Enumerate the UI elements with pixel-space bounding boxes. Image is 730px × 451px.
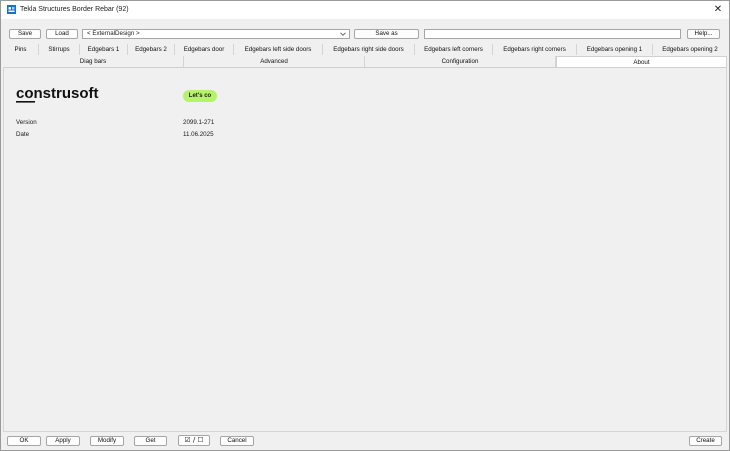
tab-edgebars-left-corners[interactable]: Edgebars left corners — [415, 44, 493, 55]
title-bar[interactable]: Tekla Structures Border Rebar (92) ✕ — [1, 1, 729, 19]
tab-edgebars-opening-2[interactable]: Edgebars opening 2 — [653, 44, 727, 55]
chevron-down-icon — [340, 32, 346, 36]
tab-edgebars-left-side-doors[interactable]: Edgebars left side doors — [234, 44, 323, 55]
check-toggle-button[interactable]: ☑ / ☐ — [178, 435, 210, 446]
cancel-button[interactable]: Cancel — [220, 436, 254, 446]
tab-row-1: Pins Stirrups Edgebars 1 Edgebars 2 Edge… — [3, 44, 727, 55]
attribute-set-dropdown[interactable]: < ExternalDesign > — [82, 29, 350, 39]
window-title: Tekla Structures Border Rebar (92) — [20, 6, 129, 13]
ok-button[interactable]: OK — [7, 436, 41, 446]
tab-row-2: Diag bars Advanced Configuration About — [3, 56, 727, 67]
tab-edgebars-right-corners[interactable]: Edgebars right corners — [493, 44, 577, 55]
save-as-button[interactable]: Save as — [354, 29, 419, 39]
about-panel: construsoft Let's co Version 2099.1-271 … — [3, 67, 727, 432]
version-value: 2099.1-271 — [183, 119, 215, 126]
date-value: 11.06.2025 — [183, 131, 214, 138]
close-icon[interactable]: ✕ — [711, 3, 725, 16]
tab-stirrups[interactable]: Stirrups — [39, 44, 80, 55]
tab-edgebars-door[interactable]: Edgebars door — [175, 44, 234, 55]
version-label: Version — [16, 119, 37, 126]
help-button[interactable]: Help... — [687, 29, 720, 39]
tab-edgebars-right-side-doors[interactable]: Edgebars right side doors — [323, 44, 415, 55]
tab-advanced[interactable]: Advanced — [184, 56, 365, 67]
get-button[interactable]: Get — [134, 436, 167, 446]
tab-pins[interactable]: Pins — [3, 44, 39, 55]
tab-edgebars-opening-1[interactable]: Edgebars opening 1 — [577, 44, 653, 55]
tab-edgebars-2[interactable]: Edgebars 2 — [128, 44, 175, 55]
tekla-app-icon — [7, 5, 16, 14]
construsoft-logo: construsoft — [16, 85, 99, 103]
modify-button[interactable]: Modify — [90, 436, 124, 446]
attribute-set-value: < ExternalDesign > — [87, 30, 140, 37]
save-button[interactable]: Save — [9, 29, 41, 39]
tab-diag-bars[interactable]: Diag bars — [3, 56, 184, 67]
date-label: Date — [16, 131, 30, 138]
tab-edgebars-1[interactable]: Edgebars 1 — [80, 44, 128, 55]
tab-configuration[interactable]: Configuration — [365, 56, 556, 67]
svg-text:construsoft: construsoft — [16, 85, 99, 102]
lets-co-badge: Let's co — [183, 90, 217, 102]
create-button[interactable]: Create — [689, 436, 722, 446]
dialog-window: Tekla Structures Border Rebar (92) ✕ Sav… — [0, 0, 730, 451]
save-as-name-input[interactable] — [424, 29, 681, 39]
apply-button[interactable]: Apply — [46, 436, 80, 446]
load-button[interactable]: Load — [46, 29, 78, 39]
tab-about[interactable]: About — [556, 56, 727, 67]
